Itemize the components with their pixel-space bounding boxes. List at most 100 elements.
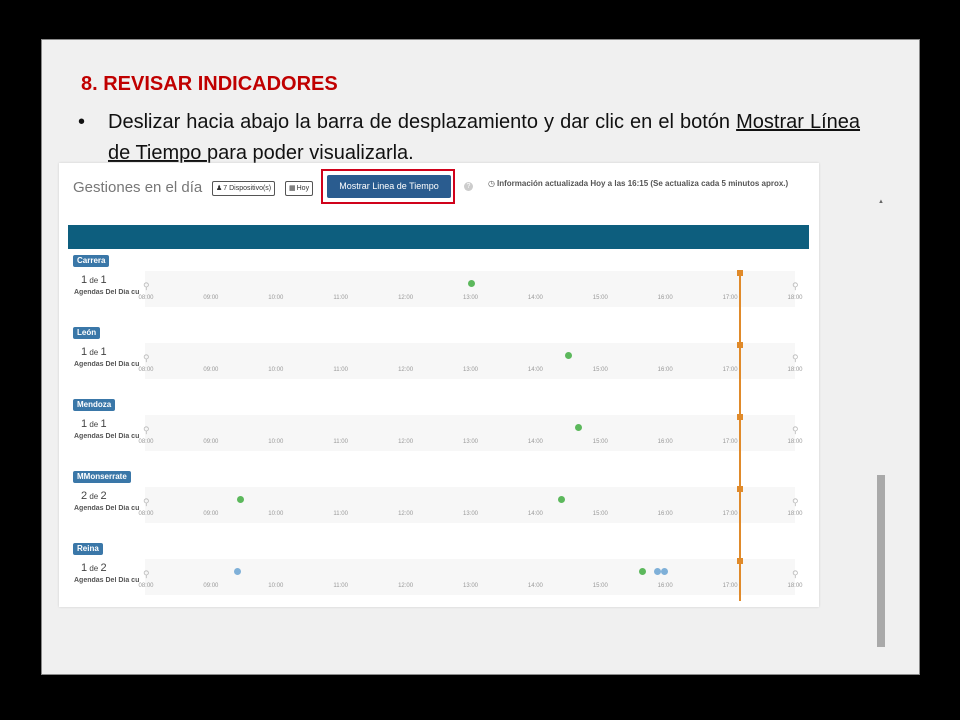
hour-tick-label: 13:00 xyxy=(462,439,478,445)
update-info: ◷ Información actualizada Hoy a las 16:15… xyxy=(488,179,788,188)
hour-tick-label: 11:00 xyxy=(333,583,348,589)
update-info-text: Información actualizada Hoy a las 16:15 … xyxy=(496,179,789,188)
hour-tick-label: 16:00 xyxy=(657,367,673,373)
hour-tick-label: 09:00 xyxy=(203,439,219,445)
devices-chip[interactable]: ♟7 Dispositivo(s) xyxy=(212,181,276,196)
hour-tick-label: 16:00 xyxy=(657,511,673,517)
hour-tick-label: 15:00 xyxy=(592,439,608,445)
hour-tick-label: 17:00 xyxy=(722,295,738,301)
end-pin-icon: ⚲ xyxy=(792,497,799,507)
hour-tick-label: 10:00 xyxy=(268,583,284,589)
end-pin-icon: ⚲ xyxy=(792,425,799,435)
hour-tick-label: 12:00 xyxy=(398,583,414,589)
hour-tick-label: 14:00 xyxy=(527,295,543,301)
instruction-text: Deslizar hacia abajo la barra de desplaz… xyxy=(108,107,860,169)
hour-tick-label: 11:00 xyxy=(333,367,348,373)
bullet-marker: • xyxy=(78,111,86,133)
hour-tick-label: 18:00 xyxy=(787,511,803,517)
hour-tick-label: 17:00 xyxy=(722,511,738,517)
devices-chip-label: 7 Dispositivo(s) xyxy=(223,185,272,192)
hour-tick-label: 08:00 xyxy=(138,511,154,517)
scroll-up-icon[interactable]: ▲ xyxy=(877,199,885,205)
timeline-row: Mendoza 1 de 1 Agendas Del Día cur 08:00 09:… xyxy=(68,395,809,468)
agenda-count: 2 de 2 xyxy=(81,490,107,502)
completed-visit-dot[interactable] xyxy=(564,352,572,359)
hour-tick-label: 16:00 xyxy=(657,583,673,589)
start-pin-icon: ⚲ xyxy=(143,497,150,507)
hour-tick-label: 15:00 xyxy=(592,511,608,517)
timeline-row: Reina 1 de 2 Agendas Del Día cur 08:00 09:00… xyxy=(68,539,809,607)
timeline-track xyxy=(145,271,795,307)
hour-tick-label: 08:00 xyxy=(138,367,154,373)
timeline-track xyxy=(145,343,795,379)
device-label[interactable]: León xyxy=(73,327,101,339)
agenda-label: Agendas Del Día cur xyxy=(74,289,139,296)
count-total: 2 xyxy=(100,490,107,502)
hour-tick-label: 08:00 xyxy=(138,583,154,589)
device-label[interactable]: Mendoza xyxy=(73,399,116,411)
pending-visit-dot[interactable] xyxy=(660,568,668,575)
hour-tick-label: 16:00 xyxy=(657,295,673,301)
hour-tick-label: 12:00 xyxy=(398,295,414,301)
today-chip-label: Hoy xyxy=(296,185,310,192)
current-time-line xyxy=(738,271,741,601)
agenda-label: Agendas Del Día cur xyxy=(74,361,139,368)
hour-tick-label: 09:00 xyxy=(203,511,219,517)
show-timeline-button[interactable]: Mostrar Linea de Tiempo xyxy=(327,175,451,198)
end-pin-icon: ⚲ xyxy=(792,281,799,291)
slide-heading: 8. REVISAR INDICADORES xyxy=(81,73,338,95)
hour-tick-label: 18:00 xyxy=(787,295,803,301)
agenda-count: 1 de 1 xyxy=(81,346,107,358)
count-total: 1 xyxy=(100,274,107,286)
embedded-screenshot: Gestiones en el día ♟7 Dispositivo(s) ▦H… xyxy=(59,163,819,607)
calendar-icon: ▦ xyxy=(289,185,296,192)
agenda-count: 1 de 1 xyxy=(81,274,107,286)
timeline-row: Carrera 1 de 1 Agendas Del Día cur 08:00 09:… xyxy=(68,251,809,324)
pending-visit-dot[interactable] xyxy=(233,568,241,575)
hour-tick-label: 10:00 xyxy=(268,295,284,301)
count-of: de xyxy=(87,492,101,501)
today-chip[interactable]: ▦Hoy xyxy=(285,181,314,196)
clock-icon: ◷ xyxy=(488,179,495,188)
panel-title: Gestiones en el día xyxy=(73,179,203,196)
hour-tick-label: 14:00 xyxy=(527,583,543,589)
hour-tick-label: 18:00 xyxy=(787,439,803,445)
hour-tick-label: 17:00 xyxy=(722,367,738,373)
hour-tick-label: 10:00 xyxy=(268,367,284,373)
completed-visit-dot[interactable] xyxy=(467,280,475,287)
agenda-count: 1 de 2 xyxy=(81,562,107,574)
hour-tick-label: 11:00 xyxy=(333,295,348,301)
start-pin-icon: ⚲ xyxy=(143,281,150,291)
hour-tick-label: 15:00 xyxy=(592,295,608,301)
device-label[interactable]: Carrera xyxy=(73,255,110,267)
count-total: 2 xyxy=(100,562,107,574)
help-icon[interactable]: ? xyxy=(464,182,473,191)
timeline-track xyxy=(145,415,795,451)
hour-tick-label: 12:00 xyxy=(398,511,414,517)
hour-tick-label: 09:00 xyxy=(203,367,219,373)
count-of: de xyxy=(87,564,101,573)
hour-tick-label: 11:00 xyxy=(333,511,348,517)
agenda-label: Agendas Del Día cur xyxy=(74,577,139,584)
count-total: 1 xyxy=(100,418,107,430)
hour-tick-label: 08:00 xyxy=(138,295,154,301)
timeline-row: León 1 de 1 Agendas Del Día cur 08:00 09:00 1… xyxy=(68,323,809,396)
hour-tick-label: 13:00 xyxy=(462,511,478,517)
agenda-count: 1 de 1 xyxy=(81,418,107,430)
hour-tick-label: 09:00 xyxy=(203,295,219,301)
hour-tick-label: 13:00 xyxy=(462,295,478,301)
hour-tick-label: 18:00 xyxy=(787,583,803,589)
device-label[interactable]: Reina xyxy=(73,543,103,555)
hour-tick-label: 14:00 xyxy=(527,439,543,445)
hour-tick-label: 09:00 xyxy=(203,583,219,589)
hour-tick-label: 13:00 xyxy=(462,583,478,589)
agenda-label: Agendas Del Día cur xyxy=(74,433,139,440)
count-of: de xyxy=(87,420,101,429)
completed-visit-dot[interactable] xyxy=(574,424,582,431)
count-of: de xyxy=(87,348,101,357)
count-of: de xyxy=(87,276,101,285)
count-total: 1 xyxy=(100,346,107,358)
hour-tick-label: 11:00 xyxy=(333,439,348,445)
device-label[interactable]: MMonserrate xyxy=(73,471,131,483)
scrollbar-thumb[interactable] xyxy=(877,475,885,647)
